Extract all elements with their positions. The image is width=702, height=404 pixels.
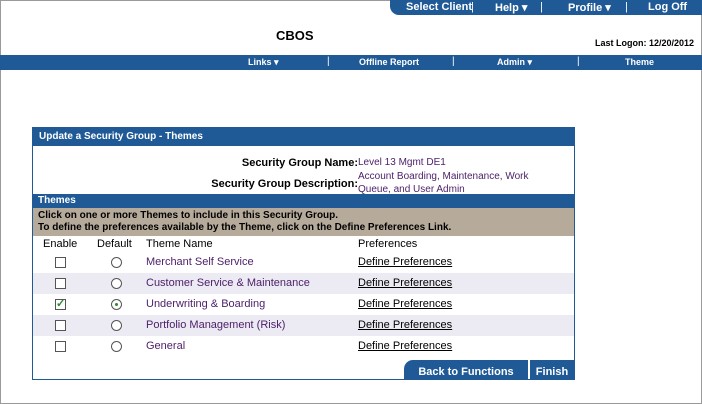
define-preferences-link[interactable]: Define Preferences bbox=[358, 277, 452, 289]
nav-divider: | bbox=[327, 56, 330, 67]
help-menu[interactable]: Help ▾ bbox=[495, 1, 527, 14]
group-name-label: Security Group Name: bbox=[241, 157, 358, 169]
profile-menu[interactable]: Profile ▾ bbox=[568, 1, 611, 14]
links-menu[interactable]: Links ▾ bbox=[248, 57, 279, 68]
panel-title: Update a Security Group - Themes bbox=[33, 128, 574, 146]
enable-checkbox[interactable] bbox=[55, 341, 66, 352]
last-logon-text: Last Logon: 12/20/2012 bbox=[595, 38, 695, 48]
theme-name: Portfolio Management (Risk) bbox=[146, 319, 286, 331]
enable-checkbox[interactable] bbox=[55, 257, 66, 268]
theme-link[interactable]: Theme bbox=[625, 57, 654, 67]
theme-row: Customer Service & Maintenance Define Pr… bbox=[33, 273, 574, 294]
column-enable: Enable bbox=[43, 238, 78, 250]
main-nav: Links ▾ | Offline Report | Admin ▾ | The… bbox=[0, 55, 702, 70]
group-description-line-1: Account Boarding, Maintenance, Work bbox=[358, 171, 529, 182]
define-preferences-link[interactable]: Define Preferences bbox=[358, 319, 452, 331]
default-radio[interactable] bbox=[111, 299, 122, 310]
top-nav: Select Client | Help ▾ | Profile ▾ | Log… bbox=[390, 0, 702, 15]
instruction-line-2: To define the preferences available by t… bbox=[38, 222, 452, 233]
security-group-themes-panel: Update a Security Group - Themes Securit… bbox=[32, 127, 575, 380]
theme-name: General bbox=[146, 340, 186, 352]
back-to-functions-button[interactable]: Back to Functions bbox=[404, 360, 528, 380]
theme-row: Portfolio Management (Risk) Define Prefe… bbox=[33, 315, 574, 336]
group-description-label: Security Group Description: bbox=[211, 178, 358, 190]
group-name-value: Level 13 Mgmt DE1 bbox=[358, 157, 446, 168]
enable-checkbox[interactable] bbox=[55, 320, 66, 331]
column-theme-name: Theme Name bbox=[146, 238, 213, 250]
nav-divider: | bbox=[540, 1, 543, 13]
default-radio[interactable] bbox=[111, 341, 122, 352]
select-client-link[interactable]: Select Client bbox=[406, 1, 472, 13]
themes-section-header: Themes bbox=[33, 194, 574, 208]
column-preferences: Preferences bbox=[358, 238, 418, 250]
theme-row: Merchant Self Service Define Preferences bbox=[33, 252, 574, 273]
default-radio[interactable] bbox=[111, 278, 122, 289]
enable-checkbox[interactable] bbox=[55, 297, 66, 310]
nav-divider: | bbox=[577, 56, 580, 67]
define-preferences-link[interactable]: Define Preferences bbox=[358, 340, 452, 352]
theme-name: Customer Service & Maintenance bbox=[146, 277, 310, 289]
nav-divider: | bbox=[452, 56, 455, 67]
theme-row: Underwriting & Boarding Define Preferenc… bbox=[33, 294, 574, 315]
admin-menu[interactable]: Admin ▾ bbox=[497, 57, 532, 68]
finish-button[interactable]: Finish bbox=[530, 360, 574, 380]
define-preferences-link[interactable]: Define Preferences bbox=[358, 256, 452, 268]
theme-name: Merchant Self Service bbox=[146, 256, 254, 268]
nav-divider: | bbox=[471, 1, 474, 13]
define-preferences-link[interactable]: Define Preferences bbox=[358, 298, 452, 310]
default-radio[interactable] bbox=[111, 257, 122, 268]
instruction-line-1: Click on one or more Themes to include i… bbox=[38, 210, 339, 221]
log-off-link[interactable]: Log Off bbox=[648, 1, 687, 13]
theme-name: Underwriting & Boarding bbox=[146, 298, 266, 310]
themes-instructions: Click on one or more Themes to include i… bbox=[33, 208, 574, 236]
theme-row: General Define Preferences bbox=[33, 336, 574, 357]
offline-report-link[interactable]: Offline Report bbox=[359, 57, 419, 67]
column-default: Default bbox=[97, 238, 132, 250]
default-radio[interactable] bbox=[111, 320, 122, 331]
nav-divider: | bbox=[625, 1, 628, 13]
enable-checkbox[interactable] bbox=[55, 278, 66, 289]
app-brand: CBOS bbox=[276, 28, 314, 43]
